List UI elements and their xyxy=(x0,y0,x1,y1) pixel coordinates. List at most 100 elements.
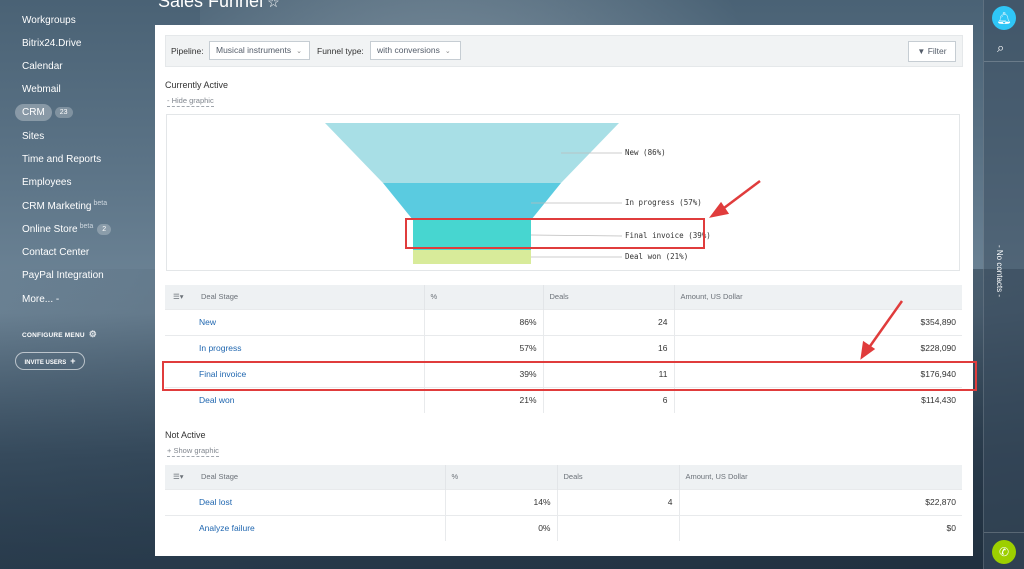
sidebar-item-drive[interactable]: Bitrix24.Drive xyxy=(22,38,81,49)
sidebar-item-label: CRM xyxy=(22,107,45,118)
hide-graphic-link[interactable]: - Hide graphic xyxy=(167,96,214,107)
funnel-label-new: New (86%) xyxy=(625,148,666,157)
stage-deals: 6 xyxy=(542,386,674,413)
right-bar: 🔔︎ ⌕ - No contacts - ✆ xyxy=(983,0,1024,569)
search-icon[interactable]: ⌕ xyxy=(997,40,1004,56)
funnel-label-in-progress: In progress (57%) xyxy=(625,198,702,207)
sidebar-item-contact-center[interactable]: Contact Center xyxy=(22,247,89,258)
invite-users-label: INVITE USERS xyxy=(24,360,67,366)
table-header: ☰▾ Deal Stage % Deals Amount, US Dollar xyxy=(165,285,962,309)
stage-amount: $176,940 xyxy=(673,360,962,387)
table-header: ☰▾ Deal Stage % Deals Amount, US Dollar xyxy=(165,465,962,489)
header-amount[interactable]: Amount, US Dollar xyxy=(678,465,962,489)
stage-percent: 39% xyxy=(423,360,543,387)
header-deals[interactable]: Deals xyxy=(542,285,674,309)
stage-link[interactable]: In progress xyxy=(195,334,424,361)
show-graphic-label: Show graphic xyxy=(173,446,219,455)
sidebar-item-crm-marketing[interactable]: CRM Marketing beta xyxy=(22,200,107,212)
stage-deals: 16 xyxy=(542,334,674,361)
header-deal-stage[interactable]: Deal Stage xyxy=(195,465,445,489)
sidebar-item-crm[interactable]: CRM 23 xyxy=(22,107,73,118)
stage-amount: $354,890 xyxy=(673,308,962,335)
pipeline-label: Pipeline: xyxy=(171,46,204,56)
not-active-title: Not Active xyxy=(165,430,206,440)
funnel-leader-line xyxy=(530,234,623,237)
phone-icon[interactable]: ✆ xyxy=(992,540,1016,564)
stage-link[interactable]: Analyze failure xyxy=(195,514,445,541)
page-title: Sales Funnel ☆ xyxy=(158,0,280,12)
star-icon[interactable]: ☆ xyxy=(267,0,280,10)
notification-bell-icon[interactable]: 🔔︎ xyxy=(992,6,1016,30)
invite-users-button[interactable]: INVITE USERS + xyxy=(15,352,85,370)
sidebar-item-label: Online Store xyxy=(22,224,78,235)
chevron-down-icon: ⌄ xyxy=(296,48,302,55)
stage-link[interactable]: Final invoice xyxy=(195,360,424,387)
filter-icon: ▼ xyxy=(917,47,926,56)
header-amount[interactable]: Amount, US Dollar xyxy=(673,285,962,309)
stage-link[interactable]: New xyxy=(195,308,424,335)
filter-button-label: Filter xyxy=(927,46,947,56)
funnel-segment-final-invoice xyxy=(413,220,531,250)
gear-icon: ⚙ xyxy=(88,329,98,339)
funnel-type-select[interactable]: with conversions ⌄ xyxy=(370,41,461,60)
chevron-down-icon: ⌄ xyxy=(444,48,451,55)
stage-link[interactable]: Deal won xyxy=(195,386,424,413)
table-row: Deal lost 14% 4 $22,870 xyxy=(165,488,962,515)
stage-deals: 24 xyxy=(542,308,674,335)
stage-amount: $114,430 xyxy=(673,386,962,413)
sidebar-item-label: Workgroups xyxy=(22,15,76,26)
stage-amount: $22,870 xyxy=(678,488,962,515)
stage-percent: 21% xyxy=(423,386,543,413)
show-graphic-link[interactable]: + Show graphic xyxy=(167,446,219,457)
column-menu-icon[interactable]: ☰▾ xyxy=(165,465,195,489)
stage-percent: 57% xyxy=(423,334,543,361)
sidebar-item-sites[interactable]: Sites xyxy=(22,131,44,142)
divider xyxy=(984,61,1024,62)
sidebar-item-time-reports[interactable]: Time and Reports xyxy=(22,154,101,165)
column-menu-icon[interactable]: ☰▾ xyxy=(165,285,195,309)
sidebar-item-webmail[interactable]: Webmail xyxy=(22,84,61,95)
stage-percent: 0% xyxy=(444,514,557,541)
no-contacts-label: - No contacts - xyxy=(995,245,1004,298)
pipeline-select[interactable]: Musical instruments ⌄ xyxy=(209,41,310,60)
left-sidebar: Workgroups Bitrix24.Drive Calendar Webma… xyxy=(0,0,150,569)
sidebar-item-label: Calendar xyxy=(22,61,63,72)
table-row: In progress 57% 16 $228,090 xyxy=(165,334,962,361)
stage-deals: 4 xyxy=(556,488,679,515)
sidebar-item-label: Employees xyxy=(22,177,72,188)
currently-active-title: Currently Active xyxy=(165,80,229,90)
header-percent[interactable]: % xyxy=(444,465,557,489)
header-percent[interactable]: % xyxy=(423,285,543,309)
configure-menu-button[interactable]: CONFIGURE MENU ⚙ xyxy=(22,329,97,340)
online-store-count-badge: 2 xyxy=(97,224,112,235)
table-row: Analyze failure 0% $0 xyxy=(165,514,962,541)
main-panel: Pipeline: Musical instruments ⌄ Funnel ty… xyxy=(155,25,973,556)
table-row: New 86% 24 $354,890 xyxy=(165,308,962,335)
header-deals[interactable]: Deals xyxy=(556,465,679,489)
sidebar-item-label: Sites xyxy=(22,131,45,142)
sidebar-item-workgroups[interactable]: Workgroups xyxy=(22,15,76,26)
filter-button[interactable]: ▼ Filter xyxy=(908,41,956,62)
beta-label: beta xyxy=(79,223,94,230)
crm-count-badge: 23 xyxy=(54,107,73,118)
sidebar-item-paypal[interactable]: PayPal Integration xyxy=(22,270,104,281)
stage-deals: 11 xyxy=(542,360,674,387)
beta-label: beta xyxy=(93,200,108,207)
sidebar-item-calendar[interactable]: Calendar xyxy=(22,61,63,72)
plus-icon: + xyxy=(70,356,76,366)
stage-amount: $0 xyxy=(678,514,962,541)
sidebar-item-employees[interactable]: Employees xyxy=(22,177,71,188)
table-row: Deal won 21% 6 $114,430 xyxy=(165,386,962,413)
stage-link[interactable]: Deal lost xyxy=(195,488,445,515)
sidebar-item-more[interactable]: More... - xyxy=(22,294,59,305)
filter-bar: Pipeline: Musical instruments ⌄ Funnel ty… xyxy=(165,35,963,67)
stage-percent: 14% xyxy=(444,488,557,515)
sidebar-item-label: CRM Marketing xyxy=(22,201,92,212)
page-title-text: Sales Funnel xyxy=(158,0,264,11)
divider xyxy=(984,532,1024,533)
funnel-label-deal-won: Deal won (21%) xyxy=(625,252,689,261)
header-deal-stage[interactable]: Deal Stage xyxy=(195,285,424,309)
sidebar-item-label: Contact Center xyxy=(22,247,90,258)
stage-percent: 86% xyxy=(423,308,543,335)
sidebar-item-online-store[interactable]: Online Store beta 2 xyxy=(22,223,112,235)
